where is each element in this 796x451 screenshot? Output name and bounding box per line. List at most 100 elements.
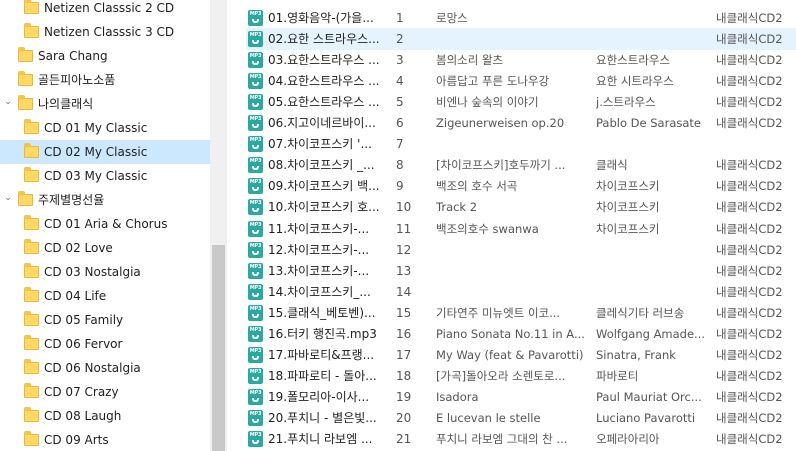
tree-item[interactable]: CD 01 My Classic (0, 116, 210, 140)
tree-item[interactable]: Sara Chang (0, 44, 210, 68)
file-row[interactable]: 04.요한스트라우스 ... 4 아름답고 푸른 도나우강 요한 시트라우스 내클래식C… (246, 70, 796, 92)
mp3-file-icon (248, 178, 263, 195)
tree-item[interactable]: CD 07 Crazy (0, 380, 210, 404)
file-row[interactable]: 01.영화음악-(가을... 1 로망스 내클래식CD2 (246, 7, 796, 29)
tree-item[interactable]: CD 03 My Classic (0, 164, 210, 188)
track-album: 내클래식CD2 (716, 347, 783, 362)
file-row[interactable]: 14.차이코프스키_... 14 내클래식CD2 (246, 281, 796, 303)
tree-scrollbar-thumb[interactable] (212, 245, 225, 451)
track-album: 내클래식CD2 (716, 74, 783, 89)
track-number: 6 (396, 116, 404, 131)
file-row[interactable]: 15.클래식_베토벤)... 15 기타연주 미뉴엣트 이코... 클레식기타 러브송… (246, 302, 796, 324)
mp3-file-icon (248, 325, 263, 342)
tree-item[interactable]: CD 04 Life (0, 284, 210, 308)
file-row[interactable]: 06.지고이네르바이... 6 Zigeunerweisen op.20 Pablo … (246, 112, 796, 134)
track-title: Piano Sonata No.11 in A... (436, 326, 585, 341)
chevron-down-icon[interactable]: ⌄ (2, 97, 14, 107)
file-row[interactable]: 05.요한스트라우스 ... 5 비엔나 숲속의 이야기 j.스트라우스 내클래식CD2 (246, 91, 796, 113)
tree-item-label: Netizen Classsic 2 CD (44, 1, 175, 15)
tree-scrollbar[interactable] (210, 0, 227, 451)
folder-icon (18, 95, 33, 110)
file-row[interactable]: 20.푸치니 - 별은빛... 20 E lucevan le stelle Luci… (246, 407, 796, 429)
file-row[interactable]: 17.파바로티&프랭... 17 My Way (feat & Pavarotti)… (246, 344, 796, 366)
tree-item[interactable]: Netizen Classsic 3 CD (0, 20, 210, 44)
file-row[interactable]: 19.폴모리아-이사... 19 Isadora Paul Mauriat Orc..… (246, 386, 796, 408)
track-title: 봄의소리 왈츠 (436, 53, 504, 68)
tree-item-label: CD 02 Love (44, 241, 113, 255)
tree-item[interactable]: CD 02 My Classic (0, 140, 210, 164)
track-album: 내클래식CD2 (716, 32, 783, 47)
tree-item[interactable]: CD 06 Nostalgia (0, 356, 210, 380)
track-album: 내클래식CD2 (716, 263, 783, 278)
track-artist: 차이코프스키 (596, 221, 660, 236)
tree-item[interactable]: CD 09 Arts (0, 428, 210, 451)
file-row[interactable]: 07.차이코프스키 '... 7 (246, 133, 796, 155)
track-album: 내클래식CD2 (716, 95, 783, 110)
track-album: 내클래식CD2 (716, 410, 783, 425)
file-row[interactable]: 11.차이코프스키-... 11 백조의호수 swanwa 차이코프스키 내클래식CD2 (246, 218, 796, 240)
track-artist: 요한스트라우스 (596, 53, 671, 68)
track-number: 9 (396, 179, 404, 194)
folder-icon (24, 0, 39, 14)
navigation-tree[interactable]: Netizen Classsic 2 CD Netizen Classsic 3 … (0, 0, 210, 451)
file-row[interactable]: 18.파파로티 - 돌아... 18 [가곡]돌아오라 소렌토로... 파바로티 내클래… (246, 365, 796, 387)
tree-item[interactable]: CD 01 Aria & Chorus (0, 212, 210, 236)
mp3-file-icon (248, 283, 263, 300)
folder-icon (24, 119, 39, 134)
file-row[interactable]: 10.차이코프스키 호... 10 Track 2 차이코프스키 내클래식CD2 (246, 196, 796, 218)
track-number: 12 (396, 242, 412, 257)
tree-item[interactable]: ⌄ 주제별명선율 (0, 188, 210, 212)
track-number: 18 (396, 368, 412, 383)
tree-item-label: CD 07 Crazy (44, 385, 119, 399)
tree-item[interactable]: CD 05 Family (0, 308, 210, 332)
tree-item[interactable]: ⌄ 나의클래식 (0, 92, 210, 116)
tree-item[interactable]: CD 02 Love (0, 236, 210, 260)
tree-item[interactable]: 골든피아노소품 (0, 68, 210, 92)
track-artist: 클레식기타 러브송 (596, 305, 685, 320)
tree-item-label: CD 09 Arts (44, 433, 109, 447)
file-list[interactable]: 01.영화음악-(가을...1로망스내클래식CD202.요한 스트라우스...2… (240, 0, 796, 451)
track-title: 기타연주 미뉴엣트 이코... (436, 305, 561, 320)
track-artist: Paul Mauriat Orc... (596, 389, 702, 404)
file-row[interactable]: 16.터키 행진곡.mp3 16 Piano Sonata No.11 in A..… (246, 323, 796, 345)
track-title: Isadora (436, 389, 479, 404)
tree-item[interactable]: Netizen Classsic 2 CD (0, 0, 210, 20)
file-row[interactable]: 09.차이코프스키 백... 9 백조의 호수 서곡 차이코프스키 내클래식CD2 (246, 175, 796, 197)
mp3-file-icon (248, 346, 263, 363)
file-row[interactable]: 13.차이코프스키-... 13 내클래식CD2 (246, 260, 796, 282)
track-title: 백조의 호수 서곡 (436, 179, 518, 194)
track-album: 내클래식CD2 (716, 368, 783, 383)
folder-icon (24, 215, 39, 230)
track-artist: j.스트라우스 (596, 95, 656, 110)
tree-item[interactable]: CD 03 Nostalgia (0, 260, 210, 284)
track-title: 푸치니 라보엠 그대의 찬 ... (436, 432, 568, 446)
track-number: 7 (396, 137, 404, 152)
track-number: 19 (396, 389, 412, 404)
track-number: 4 (396, 74, 404, 89)
file-name: 13.차이코프스키-... (268, 263, 370, 278)
file-name: 16.터키 행진곡.mp3 (268, 326, 377, 341)
tree-item-label: 나의클래식 (38, 97, 94, 111)
track-album: 내클래식CD2 (716, 326, 783, 341)
mp3-file-icon (248, 409, 263, 426)
mp3-file-icon (248, 199, 263, 216)
file-row[interactable]: 03.요한스트라우스 ... 3 봄의소리 왈츠 요한스트라우스 내클래식CD2 (246, 49, 796, 71)
mp3-file-icon (248, 10, 263, 26)
file-row[interactable]: 08.차이코프스키 _... 8 [차이코프스키]호두까기 ... 클래식 내클래식CD… (246, 154, 796, 176)
tree-item-label: CD 03 My Classic (44, 169, 148, 183)
tree-item-label: CD 08 Laugh (44, 409, 122, 423)
folder-icon (24, 431, 39, 446)
track-number: 8 (396, 158, 404, 173)
tree-item-label: CD 06 Nostalgia (44, 361, 141, 375)
folder-icon (24, 143, 39, 158)
file-name: 18.파파로티 - 돌아... (268, 368, 377, 383)
file-row[interactable]: 12.차이코프스키-... 12 내클래식CD2 (246, 239, 796, 261)
track-title: E lucevan le stelle (436, 410, 541, 425)
file-row[interactable]: 02.요한 스트라우스... 2 내클래식CD2 (246, 28, 796, 51)
file-row[interactable]: 21.푸치니 라보엠 ... 21 푸치니 라보엠 그대의 찬 ... 오페라아리아 내… (246, 428, 796, 450)
track-title: 로망스 (436, 11, 468, 25)
tree-item[interactable]: CD 08 Laugh (0, 404, 210, 428)
tree-item[interactable]: CD 06 Fervor (0, 332, 210, 356)
chevron-down-icon[interactable]: ⌄ (2, 193, 14, 203)
track-title: Zigeunerweisen op.20 (436, 116, 565, 131)
